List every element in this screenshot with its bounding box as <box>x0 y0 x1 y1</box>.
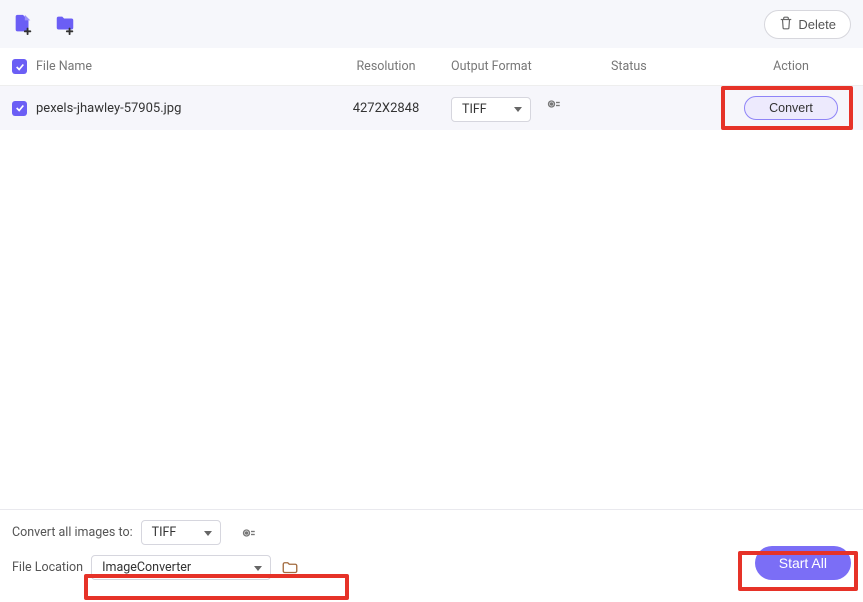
convert-all-settings-icon[interactable] <box>239 524 257 542</box>
row-resolution: 4272X2848 <box>321 101 451 116</box>
row-filename: pexels-jhawley-57905.jpg <box>36 101 321 116</box>
header-status: Status <box>611 59 731 74</box>
row-format-select[interactable]: TIFF <box>451 97 531 122</box>
file-location-label: File Location <box>12 560 83 575</box>
row-settings-icon[interactable] <box>544 95 562 113</box>
trash-icon <box>779 16 793 33</box>
add-folder-icon[interactable] <box>54 13 76 35</box>
header-filename: File Name <box>36 59 321 74</box>
highlight-file-location <box>84 574 349 600</box>
header-resolution: Resolution <box>321 59 451 74</box>
convert-all-format-value: TIFF <box>152 525 177 540</box>
delete-label: Delete <box>798 17 836 32</box>
header-output-format: Output Format <box>451 59 611 74</box>
add-file-icon[interactable] <box>12 13 34 35</box>
select-all-checkbox[interactable] <box>12 59 27 74</box>
convert-all-label: Convert all images to: <box>12 525 133 540</box>
delete-button[interactable]: Delete <box>764 10 851 39</box>
table-header: File Name Resolution Output Format Statu… <box>0 48 863 86</box>
file-location-value: ImageConverter <box>102 560 191 575</box>
convert-all-format-select[interactable]: TIFF <box>141 520 221 545</box>
header-action: Action <box>731 59 851 74</box>
top-toolbar: Delete <box>0 0 863 48</box>
row-format-value: TIFF <box>462 102 487 117</box>
row-checkbox[interactable] <box>12 101 27 116</box>
highlight-convert <box>721 86 853 130</box>
toolbar-left <box>12 13 76 35</box>
highlight-start-all <box>738 551 858 591</box>
